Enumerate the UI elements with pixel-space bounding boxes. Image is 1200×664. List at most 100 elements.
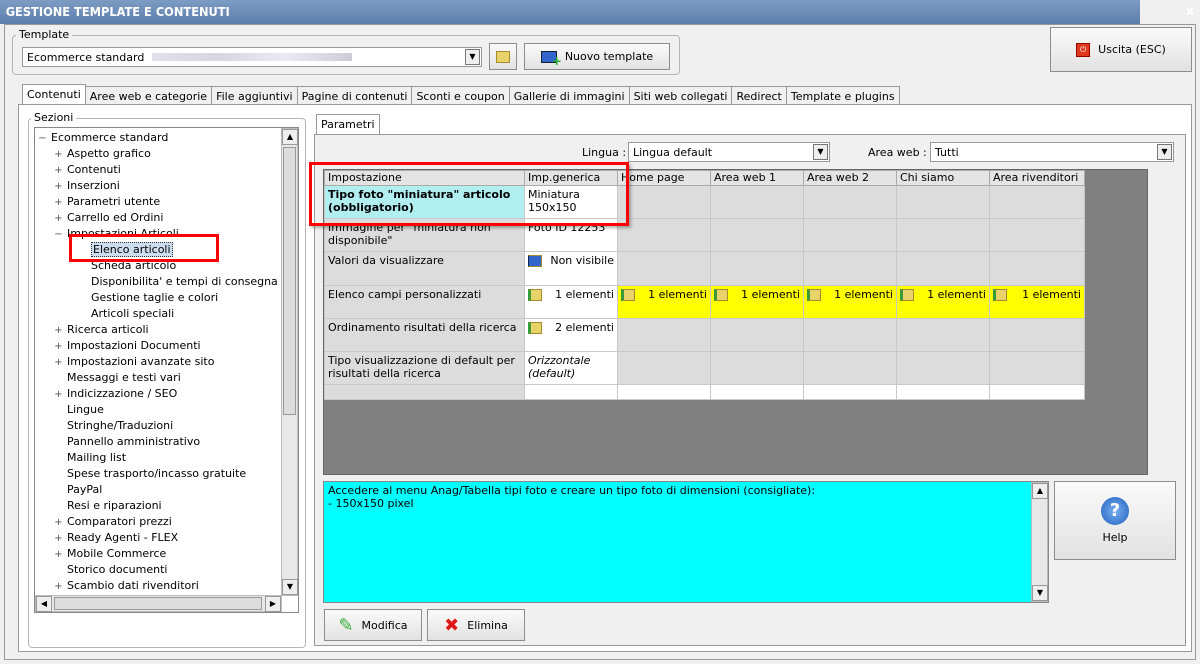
- tree-item[interactable]: + Contenuti: [38, 162, 298, 178]
- folder-icon[interactable]: [900, 289, 914, 301]
- tree-item[interactable]: Stringhe/Traduzioni: [38, 418, 298, 434]
- help-scrollbar[interactable]: ▲ ▼: [1031, 482, 1048, 602]
- tab-contenuti[interactable]: Contenuti: [22, 84, 86, 106]
- expand-icon[interactable]: +: [54, 355, 63, 371]
- folder-icon[interactable]: [993, 289, 1007, 301]
- tree-item[interactable]: Resi e riparazioni: [38, 498, 298, 514]
- area-value[interactable]: [896, 218, 990, 252]
- help-button[interactable]: ? Help: [1054, 481, 1176, 560]
- expand-icon[interactable]: +: [54, 339, 63, 355]
- grid-row[interactable]: Valori da visualizzare Non visibile: [324, 251, 1085, 286]
- area-value[interactable]: [803, 185, 897, 219]
- expand-icon[interactable]: +: [54, 147, 63, 163]
- tree-item[interactable]: Pannello amministrativo: [38, 434, 298, 450]
- tree-item[interactable]: + Inserzioni: [38, 178, 298, 194]
- scroll-left-icon[interactable]: ◀: [36, 596, 52, 612]
- tree-item[interactable]: − Ecommerce standard: [38, 130, 298, 146]
- area-value[interactable]: [617, 218, 711, 252]
- expand-icon[interactable]: +: [54, 323, 63, 339]
- area-value[interactable]: [617, 185, 711, 219]
- area-value[interactable]: [803, 251, 897, 286]
- tree-item[interactable]: Storico documenti: [38, 562, 298, 578]
- scroll-down-icon[interactable]: ▼: [1032, 585, 1048, 601]
- expand-icon[interactable]: +: [54, 387, 63, 403]
- area-value[interactable]: [989, 318, 1085, 352]
- area-value[interactable]: 1 elementi: [989, 285, 1085, 319]
- tree-item[interactable]: + Indicizzazione / SEO: [38, 386, 298, 402]
- collapse-icon[interactable]: −: [54, 227, 63, 243]
- grid-row[interactable]: Ordinamento risultati della ricerca 2 ele…: [324, 318, 1085, 352]
- tree-item[interactable]: + Comparatori prezzi: [38, 514, 298, 530]
- exit-button[interactable]: ⏻ Uscita (ESC): [1050, 27, 1192, 72]
- area-value[interactable]: [896, 318, 990, 352]
- expand-icon[interactable]: +: [54, 211, 63, 227]
- area-value[interactable]: [896, 351, 990, 385]
- tree-item[interactable]: + Mobile Commerce: [38, 546, 298, 562]
- chevron-down-icon[interactable]: ▼: [1157, 144, 1172, 160]
- folder-icon[interactable]: [528, 289, 542, 301]
- collapse-icon[interactable]: −: [38, 131, 47, 147]
- grid-row[interactable]: Tipo visualizzazione di default per risu…: [324, 351, 1085, 385]
- area-value[interactable]: [803, 318, 897, 352]
- area-value[interactable]: 1 elementi: [896, 285, 990, 319]
- column-header[interactable]: Area rivenditori: [989, 170, 1085, 186]
- generic-value[interactable]: Orizzontale (default): [524, 351, 618, 385]
- tree-item[interactable]: Gestione taglie e colori: [38, 290, 298, 306]
- delete-button[interactable]: ✖ Elimina: [427, 609, 525, 641]
- scroll-up-icon[interactable]: ▲: [1032, 483, 1048, 499]
- area-value[interactable]: [989, 218, 1085, 252]
- tree-item[interactable]: + Parametri utente: [38, 194, 298, 210]
- area-value[interactable]: [803, 351, 897, 385]
- tree-item[interactable]: Messaggi e testi vari: [38, 370, 298, 386]
- tab-parametri[interactable]: Parametri: [316, 114, 380, 136]
- tree-item[interactable]: + Scambio dati rivenditori: [38, 578, 298, 594]
- expand-icon[interactable]: +: [54, 579, 63, 595]
- template-select[interactable]: Ecommerce standard ▼: [22, 47, 482, 67]
- tree-item[interactable]: + Ricerca articoli: [38, 322, 298, 338]
- area-value[interactable]: [989, 351, 1085, 385]
- area-value[interactable]: [617, 251, 711, 286]
- sections-tree[interactable]: − Ecommerce standard + Aspetto grafico + Cont…: [34, 127, 299, 613]
- tree-item[interactable]: Lingue: [38, 402, 298, 418]
- expand-icon[interactable]: +: [54, 531, 63, 547]
- folder-icon[interactable]: [807, 289, 821, 301]
- setting-name[interactable]: Ordinamento risultati della ricerca: [324, 318, 525, 352]
- close-button[interactable]: x: [1186, 4, 1194, 18]
- expand-icon[interactable]: +: [54, 547, 63, 563]
- area-value[interactable]: [896, 251, 990, 286]
- area-select[interactable]: Tutti ▼: [930, 142, 1174, 162]
- folder-icon[interactable]: [528, 322, 542, 334]
- tree-item[interactable]: Disponibilita' e tempi di consegna: [38, 274, 298, 290]
- area-value[interactable]: [803, 218, 897, 252]
- area-value[interactable]: [617, 351, 711, 385]
- scroll-thumb[interactable]: [283, 147, 296, 415]
- open-folder-button[interactable]: [489, 43, 517, 70]
- tree-item[interactable]: + Impostazioni avanzate sito: [38, 354, 298, 370]
- scroll-up-icon[interactable]: ▲: [282, 129, 298, 145]
- grid-row[interactable]: Elenco campi personalizzati 1 elementi 1 e…: [324, 285, 1085, 319]
- column-header[interactable]: Area web 1: [710, 170, 804, 186]
- tree-structure-icon[interactable]: [528, 255, 542, 267]
- tree-item[interactable]: + Aspetto grafico: [38, 146, 298, 162]
- chevron-down-icon[interactable]: ▼: [465, 49, 480, 65]
- area-value[interactable]: [710, 351, 804, 385]
- generic-value[interactable]: 1 elementi: [524, 285, 618, 319]
- expand-icon[interactable]: +: [54, 179, 63, 195]
- scroll-right-icon[interactable]: ▶: [265, 596, 281, 612]
- tree-item[interactable]: Articoli speciali: [38, 306, 298, 322]
- tree-item[interactable]: + Ready Agenti - FLEX: [38, 530, 298, 546]
- hscroll-thumb[interactable]: [54, 597, 262, 610]
- area-value[interactable]: 1 elementi: [617, 285, 711, 319]
- area-value[interactable]: 1 elementi: [710, 285, 804, 319]
- area-value[interactable]: [989, 185, 1085, 219]
- chevron-down-icon[interactable]: ▼: [813, 144, 828, 160]
- area-value[interactable]: [617, 318, 711, 352]
- expand-icon[interactable]: +: [54, 515, 63, 531]
- scroll-down-icon[interactable]: ▼: [282, 579, 298, 595]
- column-header[interactable]: Chi siamo: [896, 170, 990, 186]
- tree-item[interactable]: + Carrello ed Ordini: [38, 210, 298, 226]
- tree-item[interactable]: Spese trasporto/incasso gratuite: [38, 466, 298, 482]
- tree-item[interactable]: + Impostazioni Documenti: [38, 338, 298, 354]
- tree-item[interactable]: Mailing list: [38, 450, 298, 466]
- area-value[interactable]: [989, 251, 1085, 286]
